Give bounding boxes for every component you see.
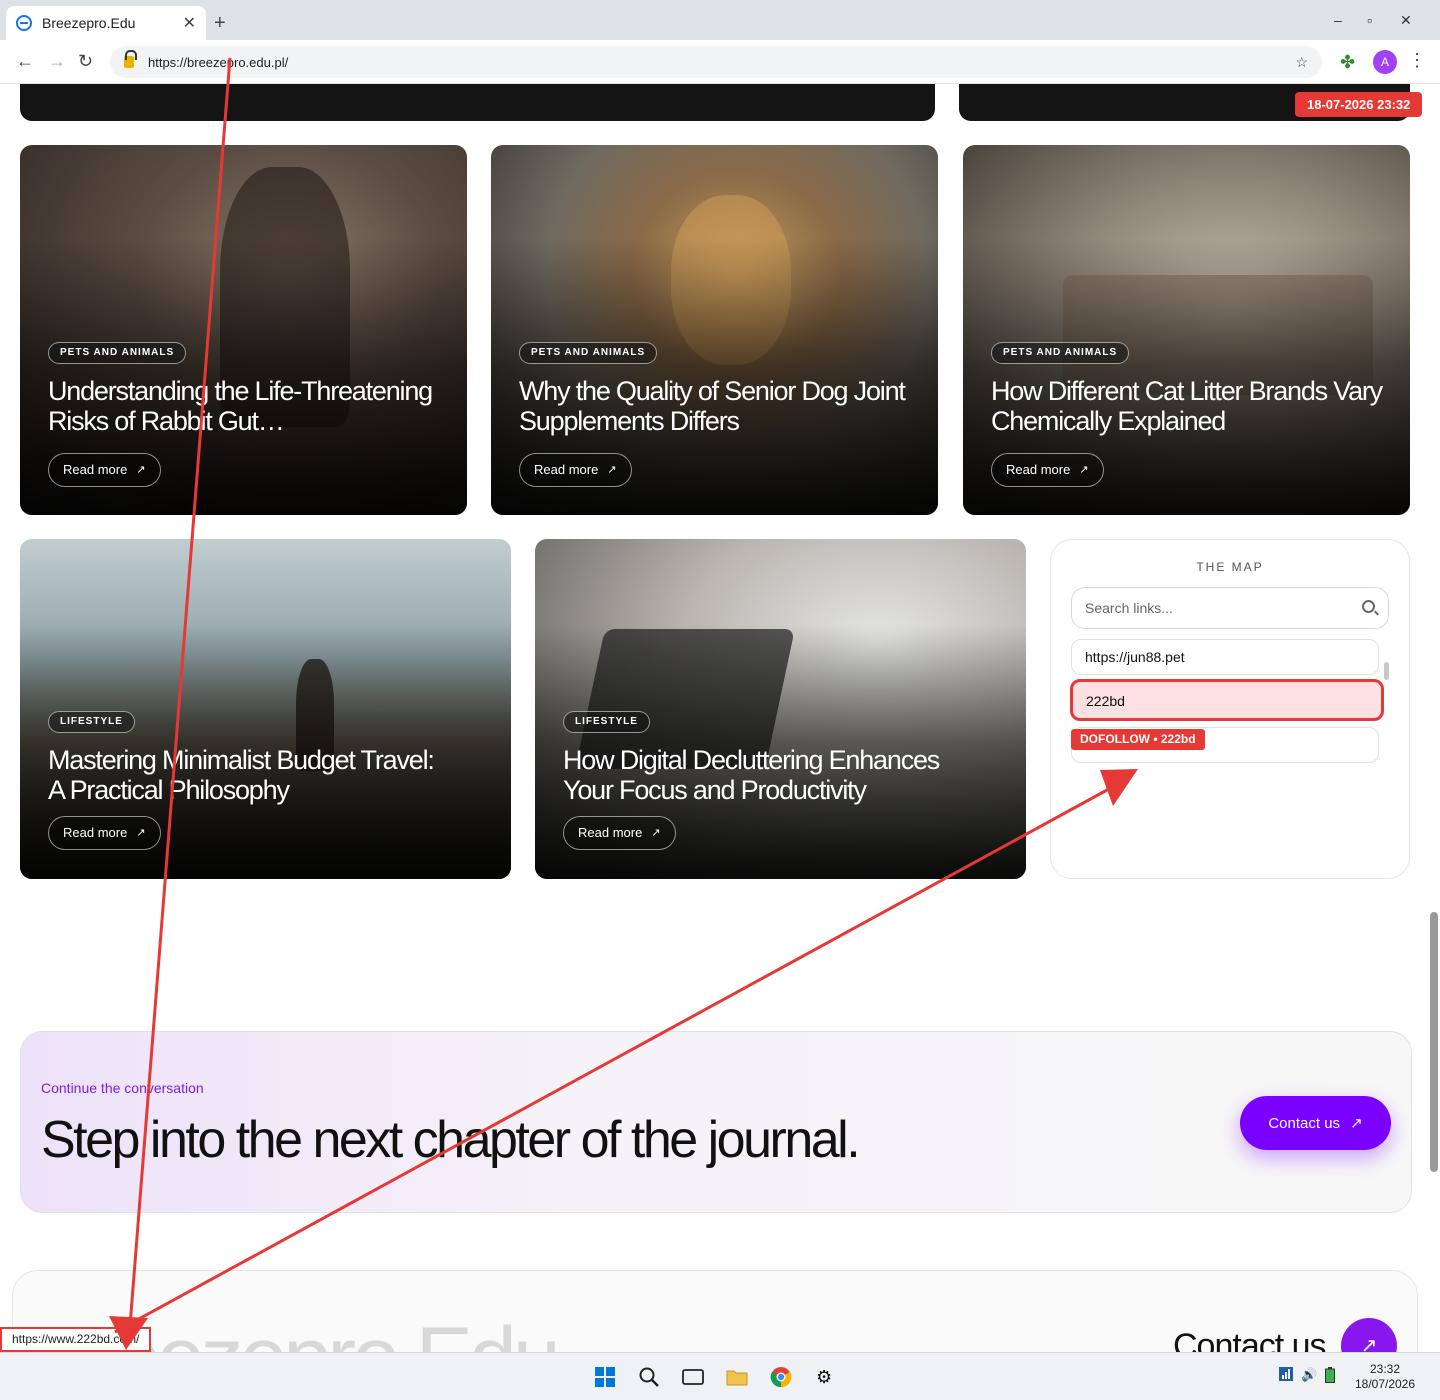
link-status-bubble: https://www.222bd.com/	[0, 1327, 152, 1352]
cta-panel: Continue the conversation Step into the …	[20, 1031, 1412, 1213]
article-title[interactable]: How Different Cat Litter Brands Vary Che…	[991, 376, 1383, 436]
profile-avatar[interactable]: A	[1373, 50, 1397, 74]
arrow-up-right-icon: ↗	[1350, 1115, 1363, 1132]
dofollow-tag: DOFOLLOW • 222bd	[1071, 729, 1205, 750]
read-more-button[interactable]: Read more ↗	[563, 816, 676, 850]
search-icon[interactable]	[638, 1366, 660, 1388]
arrow-up-right-icon: ↗	[651, 827, 661, 839]
previous-card-bottom	[20, 84, 935, 121]
site-footer: Breezepro.Edu Contact us ↗	[12, 1270, 1418, 1352]
battery-icon[interactable]	[1325, 1367, 1335, 1386]
article-card[interactable]: LIFESTYLE How Digital Decluttering Enhan…	[535, 539, 1026, 879]
article-card[interactable]: PETS AND ANIMALS How Different Cat Litte…	[963, 145, 1410, 515]
category-badge[interactable]: PETS AND ANIMALS	[991, 342, 1130, 364]
article-title[interactable]: Mastering Minimalist Budget Travel: A Pr…	[48, 745, 451, 805]
extension-puzzle-icon[interactable]: ✤	[1340, 52, 1355, 73]
map-title: THE MAP	[1196, 560, 1264, 574]
new-tab-icon[interactable]: +	[214, 12, 226, 35]
article-card[interactable]: PETS AND ANIMALS Understanding the Life-…	[20, 145, 467, 515]
read-more-button[interactable]: Read more ↗	[48, 453, 161, 487]
volume-icon[interactable]: 🔊	[1301, 1367, 1317, 1383]
lock-icon	[124, 50, 137, 68]
arrow-up-right-icon: ↗	[136, 827, 146, 839]
tab-title: Breezepro.Edu	[42, 15, 136, 31]
read-more-label: Read more	[63, 825, 128, 840]
address-url[interactable]: https://breezepro.edu.pl/	[148, 55, 1295, 70]
tab-close-icon[interactable]: ✕	[183, 13, 196, 33]
task-view-icon[interactable]	[682, 1366, 704, 1388]
category-badge[interactable]: LIFESTYLE	[48, 711, 135, 733]
address-bar[interactable]: https://breezepro.edu.pl/ ☆	[110, 46, 1322, 78]
map-list-scrollbar[interactable]	[1384, 662, 1389, 680]
read-more-label: Read more	[63, 462, 128, 477]
maximize-icon[interactable]: ▫	[1367, 12, 1372, 28]
category-badge[interactable]: PETS AND ANIMALS	[48, 342, 187, 364]
read-more-label: Read more	[1006, 462, 1071, 477]
minimize-icon[interactable]: –	[1334, 12, 1342, 28]
web-page: PETS AND ANIMALS Understanding the Life-…	[0, 84, 1440, 1352]
browser-menu-icon[interactable]: ⋮	[1408, 50, 1426, 71]
read-more-button[interactable]: Read more ↗	[519, 453, 632, 487]
arrow-up-right-icon: ↗	[607, 464, 617, 476]
tab-strip: Breezepro.Edu ✕ + – ▫ ✕	[0, 0, 1440, 40]
contact-us-button[interactable]: Contact us ↗	[1240, 1096, 1391, 1150]
link-map-widget: THE MAP https://jun88.pet 222bd	[1050, 539, 1410, 879]
read-more-button[interactable]: Read more ↗	[991, 453, 1104, 487]
article-title[interactable]: Understanding the Life-Threatening Risks…	[48, 376, 439, 436]
map-link-item-highlighted[interactable]: 222bd	[1070, 679, 1384, 721]
bookmark-star-icon[interactable]: ☆	[1295, 54, 1308, 71]
active-tab[interactable]: Breezepro.Edu ✕	[6, 6, 206, 40]
read-more-button[interactable]: Read more ↗	[48, 816, 161, 850]
contact-us-label: Contact us	[1268, 1114, 1341, 1132]
windows-start-icon[interactable]	[594, 1366, 616, 1388]
browser-toolbar: ← → ↻ https://breezepro.edu.pl/ ☆ ✤ A ⋮	[0, 40, 1440, 84]
os-taskbar: ⚙ 🔊 23:32 18/07/2026	[0, 1352, 1440, 1400]
cta-headline: Step into the next chapter of the journa…	[41, 1111, 861, 1169]
category-badge[interactable]: LIFESTYLE	[563, 711, 650, 733]
article-card[interactable]: LIFESTYLE Mastering Minimalist Budget Tr…	[20, 539, 511, 879]
network-icon[interactable]	[1279, 1367, 1293, 1384]
forward-icon[interactable]: →	[48, 51, 66, 72]
arrow-up-right-icon: ↗	[136, 464, 146, 476]
category-badge[interactable]: PETS AND ANIMALS	[519, 342, 658, 364]
settings-gear-icon[interactable]: ⚙	[816, 1366, 838, 1388]
arrow-up-right-icon: ↗	[1079, 464, 1089, 476]
cta-kicker: Continue the conversation	[41, 1080, 204, 1096]
article-title[interactable]: Why the Quality of Senior Dog Joint Supp…	[519, 376, 910, 436]
reload-icon[interactable]: ↻	[78, 51, 93, 72]
article-title[interactable]: How Digital Decluttering Enhances Your F…	[563, 745, 976, 805]
chrome-icon[interactable]	[770, 1366, 792, 1388]
search-links-input[interactable]	[1071, 587, 1389, 629]
footer-arrow-button[interactable]: ↗	[1341, 1318, 1397, 1352]
back-icon[interactable]: ←	[16, 51, 34, 72]
read-more-label: Read more	[534, 462, 599, 477]
globe-icon	[16, 15, 32, 31]
read-more-label: Read more	[578, 825, 643, 840]
clock-time: 23:32	[1369, 1362, 1401, 1376]
footer-contact-link[interactable]: Contact us	[1173, 1327, 1327, 1352]
file-explorer-icon[interactable]	[726, 1366, 748, 1388]
search-icon[interactable]	[1362, 600, 1375, 613]
datetime-badge: 18-07-2026 23:32	[1295, 92, 1423, 117]
page-scrollbar-thumb[interactable]	[1430, 912, 1438, 1172]
map-link-item[interactable]: https://jun88.pet	[1071, 639, 1379, 675]
article-card[interactable]: PETS AND ANIMALS Why the Quality of Seni…	[491, 145, 938, 515]
clock-date: 18/07/2026	[1354, 1377, 1416, 1391]
window-close-icon[interactable]: ✕	[1400, 12, 1412, 29]
system-clock[interactable]: 23:32 18/07/2026	[1350, 1362, 1420, 1392]
